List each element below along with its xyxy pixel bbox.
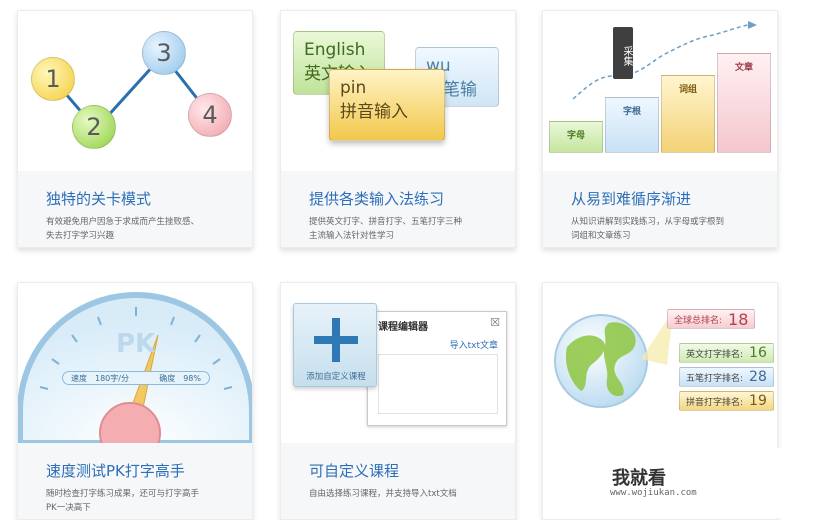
add-course-tile[interactable]: 添加自定义课程 [293,303,377,387]
collect-tag[interactable]: 采集 [613,27,633,79]
level-node-4: 4 [188,93,232,137]
input-methods-illustration: English 英文输入 wu 五笔输入 pin 拼音输入 [281,11,515,171]
speedometer-dial [18,292,252,443]
rank-value: 28 [749,369,767,385]
speed-readout: 速度 180字/分 确度 98% [62,371,210,385]
feature-card-progression: 字母 字根 词组 文章 采集 从易到难循序渐进 从知识讲解到实践练习，从字母或字… [542,10,778,248]
feature-card-input-methods: English 英文输入 wu 五笔输入 pin 拼音输入 提供各类输入法练习 … [280,10,516,248]
rank-wubi: 五笔打字排名: 28 [679,367,774,387]
card-title[interactable]: 速度测试PK打字高手 [46,460,185,481]
accuracy-value: 确度 98% [159,373,201,383]
rank-label: 全球总排名: [674,315,723,326]
bar-articles: 文章 [717,53,771,153]
level-node-1: 1 [31,57,75,101]
bar-roots: 字根 [605,97,659,153]
speed-value: 速度 180字/分 [71,373,129,383]
globe-icon [554,311,673,408]
card-title[interactable]: 可自定义课程 [309,460,399,481]
speedometer-illustration: PK 速度 180字/分 确度 98% [18,283,252,443]
bar-letters: 字母 [549,121,603,153]
card-description: 有效避免用户因急于求成而产生挫败感、 失去打字学习兴趣 [46,217,200,241]
import-txt-link[interactable]: 导入txt文章 [450,338,498,351]
rank-english: 英文打字排名: 16 [679,343,774,363]
card-info: 可自定义课程 自由选择练习课程，并支持导入txt文档 [281,443,515,519]
card-description: 随时检查打字练习成果，还可与打字高手 PK一决高下 [46,489,200,513]
rank-label: 拼音打字排名: [686,397,744,408]
card-info: 提供各类输入法练习 提供英文打字、拼音打字、五笔打字三种 主流输入法针对性学习 [281,171,515,247]
close-icon[interactable]: ☒ [490,316,500,329]
pinyin-input-box: pin 拼音输入 [329,69,445,141]
feature-card-speed-test: PK 速度 180字/分 确度 98% 速度测试PK打字高手 随时检查打字练习成… [17,282,253,520]
card-info: 速度测试PK打字高手 随时检查打字练习成果，还可与打字高手 PK一决高下 [18,443,252,519]
add-course-label: 添加自定义课程 [306,372,366,382]
card-title[interactable]: 独特的关卡模式 [46,188,151,209]
levels-illustration: 1 2 3 4 [18,11,252,171]
rank-value: 18 [728,309,749,329]
watermark-brand: 我就看 [612,468,666,489]
rank-value: 16 [749,345,767,361]
level-node-3: 3 [142,31,186,75]
feature-card-levels: 1 2 3 4 独特的关卡模式 有效避免用户因急于求成而产生挫败感、 失去打字学… [17,10,253,248]
level-node-2: 2 [72,105,116,149]
custom-course-illustration: 课程编辑器 ☒ 导入txt文章 添加自定义课程 [281,283,515,443]
bar-phrases: 词组 [661,75,715,153]
progression-illustration: 字母 字根 词组 文章 采集 [543,11,777,171]
rank-label: 英文打字排名: [686,349,744,360]
editor-title: 课程编辑器 [378,322,428,333]
rank-global: 全球总排名: 18 [667,309,756,329]
card-title[interactable]: 从易到难循序渐进 [571,188,691,209]
watermark-url: www.wojiukan.com [610,488,697,498]
feature-card-custom-course: 课程编辑器 ☒ 导入txt文章 添加自定义课程 可自定义课程 自由选择练习课程，… [280,282,516,520]
card-info: 从易到难循序渐进 从知识讲解到实践练习，从字母或字根到 词组和文章练习 [543,171,777,247]
card-description: 自由选择练习课程，并支持导入txt文档 [309,489,457,499]
course-editor-window: 课程编辑器 ☒ 导入txt文章 [367,311,507,426]
card-info: 独特的关卡模式 有效避免用户因急于求成而产生挫败感、 失去打字学习兴趣 [18,171,252,247]
pk-label: PK [116,329,156,359]
card-description: 从知识讲解到实践练习，从字母或字根到 词组和文章练习 [571,217,725,241]
rank-label: 五笔打字排名: [686,373,744,384]
card-title[interactable]: 提供各类输入法练习 [309,188,444,209]
editor-content-area [378,354,498,414]
watermark: 我就看 www.wojiukan.com [572,448,804,518]
rank-value: 19 [749,393,767,409]
card-description: 提供英文打字、拼音打字、五笔打字三种 主流输入法针对性学习 [309,217,463,241]
rank-pinyin: 拼音打字排名: 19 [679,391,774,411]
